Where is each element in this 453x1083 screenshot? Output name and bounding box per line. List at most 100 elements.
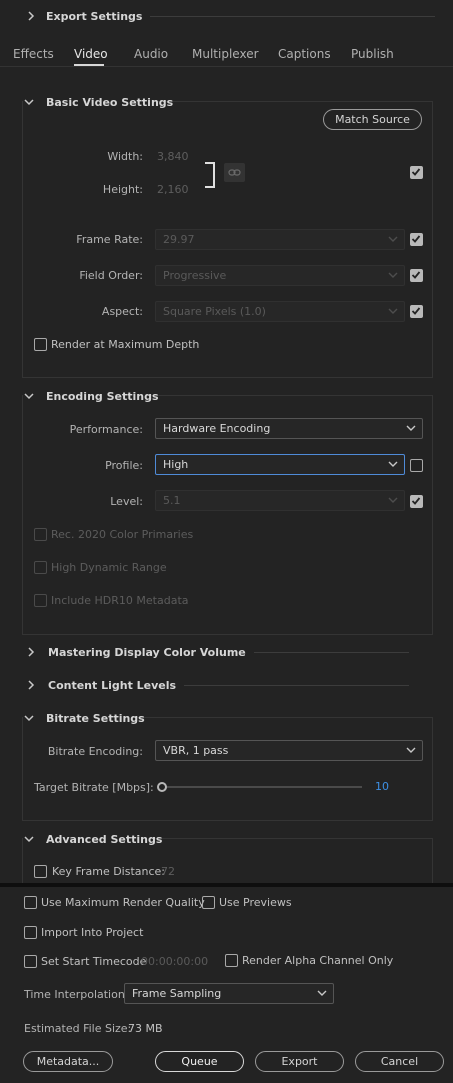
hdr-checkbox[interactable]	[34, 561, 47, 574]
bitrate-encoding-select[interactable]: VBR, 1 pass	[155, 740, 423, 761]
target-bitrate-slider[interactable]	[165, 786, 362, 788]
chevron-down-icon	[406, 747, 416, 753]
render-max-depth-label: Render at Maximum Depth	[51, 338, 200, 351]
chevron-down-icon	[388, 308, 398, 314]
frame-rate-label: Frame Rate:	[76, 233, 143, 246]
tab-bar: Effects Video Audio Multiplexer Captions…	[0, 44, 453, 66]
target-bitrate-value[interactable]: 10	[375, 780, 389, 793]
level-label: Level:	[110, 495, 143, 508]
bitrate-encoding-label: Bitrate Encoding:	[47, 745, 143, 758]
chain-link-icon[interactable]	[224, 163, 245, 182]
advanced-header[interactable]: Advanced Settings	[22, 829, 162, 849]
rec2020-label: Rec. 2020 Color Primaries	[51, 528, 194, 541]
target-bitrate-label: Target Bitrate [Mbps]:	[34, 781, 154, 794]
width-field[interactable]: 3,840	[157, 150, 189, 163]
level-value: 5.1	[163, 494, 181, 507]
export-button[interactable]: Export	[255, 1051, 344, 1072]
render-alpha-label: Render Alpha Channel Only	[242, 954, 394, 967]
tab-multiplexer[interactable]: Multiplexer	[192, 47, 259, 61]
tab-effects[interactable]: Effects	[13, 47, 54, 61]
set-start-timecode-label: Set Start Timecode	[41, 955, 147, 968]
performance-select[interactable]: Hardware Encoding	[155, 418, 423, 439]
performance-label: Performance:	[69, 423, 143, 436]
divider	[184, 684, 409, 686]
chevron-down-icon[interactable]	[22, 832, 36, 846]
tab-publish[interactable]: Publish	[351, 47, 394, 61]
chevron-down-icon[interactable]	[22, 711, 36, 725]
aspect-label: Aspect:	[101, 305, 143, 318]
render-alpha-checkbox[interactable]	[225, 954, 238, 967]
cancel-button[interactable]: Cancel	[355, 1051, 444, 1072]
encoding-title: Encoding Settings	[46, 389, 159, 403]
chevron-right-icon[interactable]	[24, 678, 38, 692]
level-select[interactable]: 5.1	[155, 490, 405, 511]
key-frame-field[interactable]: 72	[161, 865, 175, 878]
max-render-quality-label: Use Maximum Render Quality	[41, 896, 205, 909]
use-previews-checkbox[interactable]	[202, 896, 215, 909]
queue-button[interactable]: Queue	[155, 1051, 244, 1072]
tabs-divider	[0, 66, 453, 67]
field-order-match-checkbox[interactable]	[410, 269, 423, 282]
bitrate-header[interactable]: Bitrate Settings	[22, 708, 145, 728]
frame-rate-match-checkbox[interactable]	[410, 233, 423, 246]
use-previews-label: Use Previews	[219, 896, 292, 909]
chevron-down-icon[interactable]	[22, 95, 36, 109]
aspect-match-checkbox[interactable]	[410, 305, 423, 318]
metadata-button[interactable]: Metadata...	[23, 1051, 113, 1072]
hdr-label: High Dynamic Range	[51, 561, 167, 574]
divider	[253, 651, 409, 653]
key-frame-label: Key Frame Distance:	[52, 865, 166, 878]
width-label: Width:	[107, 150, 143, 163]
chevron-right-icon[interactable]	[24, 645, 38, 659]
timecode-field[interactable]: 00:00:00:00	[141, 955, 208, 968]
height-field[interactable]: 2,160	[157, 183, 189, 196]
frame-rate-select[interactable]: 29.97	[155, 229, 405, 250]
chevron-right-icon[interactable]	[24, 9, 38, 23]
field-order-select[interactable]: Progressive	[155, 265, 405, 286]
content-light-header[interactable]: Content Light Levels	[24, 675, 453, 695]
import-project-checkbox[interactable]	[24, 926, 37, 939]
section-top-border	[145, 395, 433, 396]
max-render-quality-checkbox[interactable]	[24, 896, 37, 909]
chevron-down-icon	[388, 461, 398, 467]
encoding-header[interactable]: Encoding Settings	[22, 386, 159, 406]
profile-value: High	[163, 458, 189, 471]
set-start-timecode-checkbox[interactable]	[24, 955, 37, 968]
render-max-depth-checkbox[interactable]	[34, 338, 47, 351]
chevron-down-icon	[388, 497, 398, 503]
chevron-down-icon	[317, 990, 327, 996]
basic-video-title: Basic Video Settings	[46, 95, 174, 109]
frame-rate-value: 29.97	[163, 233, 195, 246]
profile-select[interactable]: High	[155, 454, 405, 475]
section-top-border	[131, 717, 433, 718]
chevron-down-icon	[388, 236, 398, 242]
section-top-border	[155, 101, 433, 102]
tab-audio[interactable]: Audio	[134, 47, 168, 61]
level-match-checkbox[interactable]	[410, 495, 423, 508]
match-dimensions-checkbox[interactable]	[410, 166, 423, 179]
field-order-label: Field Order:	[79, 269, 143, 282]
match-source-button[interactable]: Match Source	[323, 109, 422, 130]
section-top-border	[148, 838, 433, 839]
tab-captions[interactable]: Captions	[278, 47, 331, 61]
tab-video[interactable]: Video	[74, 47, 108, 61]
chevron-down-icon[interactable]	[22, 389, 36, 403]
time-interpolation-label: Time Interpolation:	[24, 988, 129, 1001]
rec2020-checkbox[interactable]	[34, 528, 47, 541]
divider	[150, 15, 435, 17]
hdr10-checkbox[interactable]	[34, 594, 47, 607]
key-frame-checkbox[interactable]	[34, 865, 47, 878]
time-interpolation-select[interactable]: Frame Sampling	[124, 983, 334, 1004]
mastering-header[interactable]: Mastering Display Color Volume	[24, 642, 453, 662]
dimension-link-bracket	[205, 162, 215, 188]
basic-video-header[interactable]: Basic Video Settings	[22, 92, 173, 112]
bitrate-section	[22, 717, 433, 821]
export-settings-header[interactable]: Export Settings	[24, 6, 453, 26]
estimated-size-value: 73 MB	[128, 1022, 163, 1035]
aspect-select[interactable]: Square Pixels (1.0)	[155, 301, 405, 322]
field-order-value: Progressive	[163, 269, 227, 282]
chevron-down-icon	[388, 272, 398, 278]
slider-handle[interactable]	[157, 782, 167, 792]
export-settings-title: Export Settings	[46, 9, 143, 23]
profile-match-checkbox[interactable]	[410, 459, 423, 472]
